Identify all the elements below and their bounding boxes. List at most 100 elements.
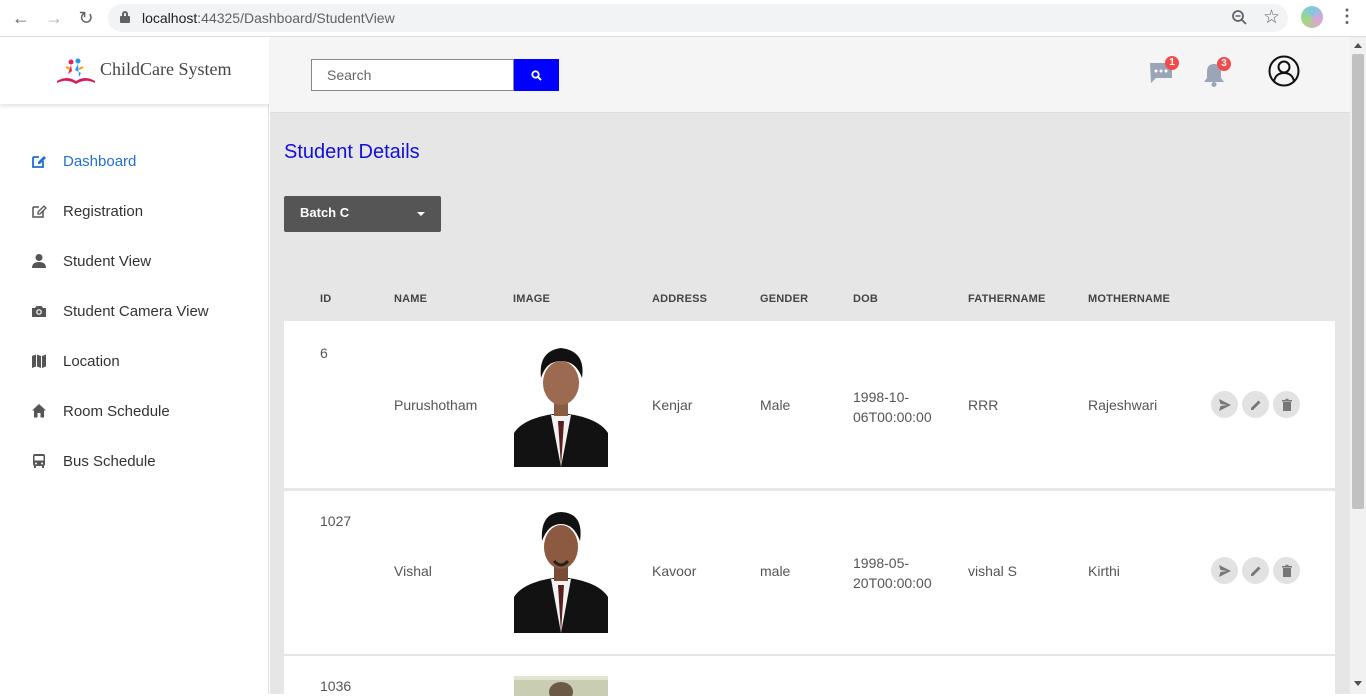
student-name: Purushotham <box>394 397 478 413</box>
brand-header: ChildCare System <box>0 37 269 104</box>
sidebar-item-label: Student Camera View <box>63 302 209 320</box>
row-actions <box>1211 557 1300 584</box>
sidebar-item-registration[interactable]: Registration <box>0 186 269 236</box>
edit-button[interactable] <box>1242 557 1269 584</box>
back-icon[interactable]: ← <box>9 6 33 30</box>
sidebar-item-label: Bus Schedule <box>63 452 156 470</box>
column-header-image: IMAGE <box>513 293 551 305</box>
student-id: 6 <box>320 345 328 361</box>
student-mothername: Rajeshwari <box>1088 397 1158 413</box>
scroll-down-icon[interactable] <box>1354 681 1362 686</box>
student-gender: male <box>760 563 791 579</box>
student-fathername: vishal S <box>968 563 1018 579</box>
notifications-badge: 3 <box>1217 57 1231 71</box>
map-icon <box>30 352 48 370</box>
sidebar-item-label: Location <box>63 352 120 370</box>
student-photo <box>514 509 608 633</box>
table-row: 1036 <box>284 656 1335 696</box>
column-header-name: NAME <box>394 293 428 305</box>
search-icon <box>531 69 542 81</box>
student-address: Kavoor <box>652 563 697 579</box>
student-dob-time: 20T00:00:00 <box>853 575 932 591</box>
edit-icon <box>30 152 48 170</box>
home-icon <box>30 402 48 420</box>
student-id: 1036 <box>320 678 352 694</box>
url-text: localhost:44325/Dashboard/StudentView <box>142 10 395 26</box>
zoom-icon[interactable] <box>1231 9 1248 26</box>
sidebar-item-location[interactable]: Location <box>0 336 269 386</box>
table-row: 6 Purushotham Kenjar Male 1998-10- 06T00:… <box>284 321 1335 488</box>
browser-toolbar: ← → ↻ localhost:44325/Dashboard/StudentV… <box>0 0 1366 37</box>
page-title: Student Details <box>284 141 420 163</box>
messages-button[interactable]: 1 <box>1149 56 1179 89</box>
column-header-gender: GENDER <box>760 293 809 305</box>
camera-icon <box>30 302 48 320</box>
trash-icon <box>1281 398 1292 411</box>
student-dob-time: 06T00:00:00 <box>853 409 932 425</box>
sidebar: ChildCare System Dashboard Registration … <box>0 37 269 694</box>
messages-badge: 1 <box>1165 56 1179 70</box>
student-dob: 1998-05- 20T00:00:00 <box>853 553 932 593</box>
student-dob-date: 1998-10- <box>853 389 910 405</box>
page-scrollbar[interactable] <box>1350 37 1366 694</box>
student-address: Kenjar <box>652 397 693 413</box>
browser-profile-avatar[interactable] <box>1301 6 1323 28</box>
search-input[interactable] <box>311 59 514 91</box>
top-bar: 1 3 <box>270 37 1350 113</box>
scrollbar-thumb[interactable] <box>1352 54 1364 509</box>
send-button[interactable] <box>1211 557 1238 584</box>
sidebar-item-label: Registration <box>63 202 144 220</box>
pencil-icon <box>1250 400 1260 410</box>
pencil-icon <box>1250 566 1260 576</box>
send-button[interactable] <box>1211 391 1238 418</box>
notifications-button[interactable]: 3 <box>1203 57 1231 92</box>
student-photo <box>514 676 608 696</box>
caret-down-icon <box>417 212 425 216</box>
student-fathername: RRR <box>968 397 999 413</box>
bookmark-star-icon[interactable]: ☆ <box>1263 6 1280 29</box>
main-content: Student Details Batch C ID NAME IMAGE AD… <box>270 113 1350 696</box>
childcare-logo-icon <box>57 58 95 84</box>
scroll-up-icon[interactable] <box>1354 43 1362 48</box>
delete-button[interactable] <box>1273 391 1300 418</box>
student-gender: Male <box>760 397 791 413</box>
sidebar-item-label: Dashboard <box>63 152 137 170</box>
address-bar[interactable]: localhost:44325/Dashboard/StudentView <box>108 4 1288 32</box>
sidebar-item-label: Room Schedule <box>63 402 170 420</box>
row-actions <box>1211 391 1300 418</box>
user-profile-icon[interactable] <box>1268 55 1300 87</box>
column-header-address: ADDRESS <box>652 293 708 305</box>
lock-icon <box>120 11 130 23</box>
column-header-mothername: MOTHERNAME <box>1088 293 1171 305</box>
reload-icon[interactable]: ↻ <box>74 6 98 30</box>
student-dob-date: 1998-05- <box>853 555 910 571</box>
sidebar-item-dashboard[interactable]: Dashboard <box>0 136 269 186</box>
send-icon <box>1218 398 1231 411</box>
bus-icon <box>30 452 48 470</box>
sidebar-item-room-schedule[interactable]: Room Schedule <box>0 386 269 436</box>
delete-button[interactable] <box>1273 557 1300 584</box>
table-row: 1027 Vishal Kavoor male 1998-05- 20T00:00… <box>284 491 1335 654</box>
student-name: Vishal <box>394 563 432 579</box>
search-button[interactable] <box>514 59 559 91</box>
column-header-fathername: FATHERNAME <box>968 293 1046 305</box>
forward-icon[interactable]: → <box>42 6 66 30</box>
brand-name: ChildCare System <box>100 59 232 79</box>
student-photo <box>514 343 608 467</box>
student-dob: 1998-10- 06T00:00:00 <box>853 387 932 427</box>
sidebar-menu: Dashboard Registration Student View Stud… <box>0 136 269 486</box>
table-header: ID NAME IMAGE ADDRESS GENDER DOB FATHERN… <box>270 293 1350 305</box>
column-header-id: ID <box>320 293 332 305</box>
sidebar-item-label: Student View <box>63 252 152 270</box>
student-mothername: Kirthi <box>1088 563 1120 579</box>
student-id: 1027 <box>320 513 352 529</box>
sidebar-item-student-view[interactable]: Student View <box>0 236 269 286</box>
trash-icon <box>1281 564 1292 577</box>
edit-button[interactable] <box>1242 391 1269 418</box>
batch-dropdown[interactable]: Batch C <box>284 196 441 232</box>
sidebar-item-bus-schedule[interactable]: Bus Schedule <box>0 436 269 486</box>
sidebar-item-student-camera-view[interactable]: Student Camera View <box>0 286 269 336</box>
browser-menu-icon[interactable]: ⋮ <box>1338 6 1356 27</box>
send-icon <box>1218 564 1231 577</box>
user-icon <box>30 252 48 270</box>
